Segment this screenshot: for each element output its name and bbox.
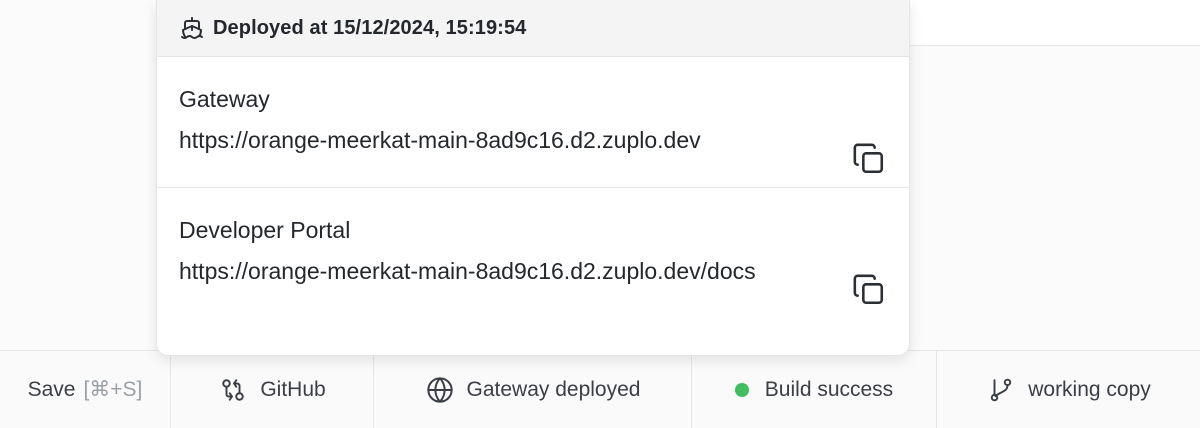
copy-icon: [852, 142, 886, 181]
copy-icon: [852, 273, 886, 312]
save-shortcut: [⌘+S]: [83, 378, 143, 401]
git-branch-icon: [986, 375, 1016, 405]
status-bar: Save [⌘+S] GitHub Gateway deployed Build…: [0, 350, 1200, 428]
gateway-url[interactable]: https://orange-meerkat-main-8ad9c16.d2.z…: [179, 122, 829, 158]
top-area: [910, 0, 1200, 45]
deployed-at-title: Deployed at 15/12/2024, 15:19:54: [213, 16, 527, 39]
developer-portal-entry: Developer Portal https://orange-meerkat-…: [157, 188, 909, 304]
ship-icon: [179, 15, 205, 41]
gateway-deployed-label: Gateway deployed: [466, 377, 641, 401]
globe-icon: [425, 375, 455, 405]
popover-header: Deployed at 15/12/2024, 15:19:54: [157, 0, 909, 57]
github-button[interactable]: GitHub: [171, 351, 374, 428]
copy-portal-url-button[interactable]: [851, 274, 887, 310]
gateway-entry: Gateway https://orange-meerkat-main-8ad9…: [157, 57, 909, 188]
deployment-popover: Deployed at 15/12/2024, 15:19:54 Gateway…: [156, 0, 910, 356]
top-divider: [910, 45, 1200, 46]
copy-gateway-url-button[interactable]: [851, 143, 887, 179]
build-status-button[interactable]: Build success: [692, 351, 937, 428]
save-button[interactable]: Save [⌘+S]: [0, 351, 171, 428]
build-status-label: Build success: [764, 377, 894, 401]
gateway-label: Gateway: [179, 86, 270, 112]
build-status-dot: [734, 382, 749, 397]
branch-button[interactable]: working copy: [937, 351, 1200, 428]
git-compare-icon: [218, 375, 248, 405]
developer-portal-url[interactable]: https://orange-meerkat-main-8ad9c16.d2.z…: [179, 253, 829, 289]
gateway-deployed-button[interactable]: Gateway deployed: [374, 351, 692, 428]
developer-portal-label: Developer Portal: [179, 217, 351, 243]
github-label: GitHub: [260, 377, 326, 401]
branch-label: working copy: [1028, 377, 1151, 401]
save-label: Save: [27, 377, 76, 401]
